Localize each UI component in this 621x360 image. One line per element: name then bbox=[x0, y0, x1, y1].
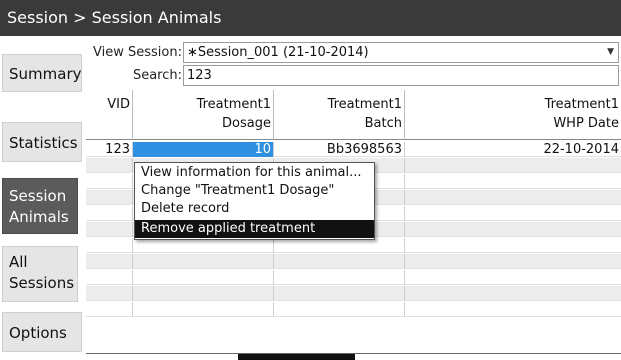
scrollbar-thumb[interactable] bbox=[238, 354, 355, 360]
column-header-line1: Treatment1 bbox=[544, 97, 619, 112]
empty-cell[interactable] bbox=[86, 206, 133, 221]
chevron-down-icon: ▼ bbox=[607, 47, 614, 57]
table-row[interactable] bbox=[86, 270, 621, 285]
column-header-vid[interactable]: VID bbox=[86, 90, 133, 140]
sidebar-item-label: Summary bbox=[9, 65, 82, 83]
column-header-whp-date[interactable]: Treatment1 WHP Date bbox=[405, 90, 621, 140]
column-header-dosage[interactable]: Treatment1 Dosage bbox=[133, 90, 274, 140]
empty-cell[interactable] bbox=[86, 254, 133, 269]
sidebar-item-statistics[interactable]: Statistics bbox=[2, 122, 82, 162]
cell-dosage[interactable]: 10 bbox=[133, 142, 274, 157]
sidebar: Summary Statistics Session Animals All S… bbox=[0, 36, 85, 360]
table-row[interactable]: 123 10 Bb3698563 22-10-2014 bbox=[86, 142, 621, 157]
table-row[interactable] bbox=[86, 238, 621, 253]
menu-item-view-info[interactable]: View information for this animal... bbox=[135, 164, 374, 182]
cell-whp-date[interactable]: 22-10-2014 bbox=[405, 142, 621, 157]
view-session-value: ∗Session_001 (21-10-2014) bbox=[187, 45, 369, 60]
table-row[interactable] bbox=[86, 254, 621, 269]
sidebar-item-all-sessions[interactable]: All Sessions bbox=[2, 246, 78, 302]
empty-cell[interactable] bbox=[133, 254, 274, 269]
empty-cell[interactable] bbox=[274, 254, 405, 269]
empty-cell[interactable] bbox=[86, 238, 133, 253]
empty-cell[interactable] bbox=[86, 174, 133, 189]
empty-cell[interactable] bbox=[86, 302, 133, 317]
sidebar-item-label: Session Animals bbox=[9, 187, 69, 226]
breadcrumb: Session > Session Animals bbox=[0, 0, 621, 36]
sidebar-item-summary[interactable]: Summary bbox=[2, 54, 82, 92]
menu-item-change-dosage[interactable]: Change "Treatment1 Dosage" bbox=[135, 182, 374, 200]
horizontal-scrollbar[interactable] bbox=[86, 353, 621, 360]
column-header-line1: Treatment1 bbox=[196, 97, 271, 112]
empty-cell[interactable] bbox=[86, 158, 133, 173]
table-row[interactable] bbox=[86, 302, 621, 317]
empty-cell[interactable] bbox=[274, 238, 405, 253]
empty-cell[interactable] bbox=[133, 270, 274, 285]
empty-cell[interactable] bbox=[86, 190, 133, 205]
view-session-select[interactable]: ∗Session_001 (21-10-2014) ▼ bbox=[183, 42, 619, 63]
search-input[interactable]: 123 bbox=[183, 65, 619, 86]
column-header-line2: Batch bbox=[364, 116, 402, 131]
empty-cell[interactable] bbox=[274, 286, 405, 301]
column-header-batch[interactable]: Treatment1 Batch bbox=[274, 90, 405, 140]
context-menu: View information for this animal... Chan… bbox=[134, 162, 375, 240]
empty-cell[interactable] bbox=[86, 270, 133, 285]
sidebar-item-options[interactable]: Options bbox=[2, 312, 82, 352]
empty-cell[interactable] bbox=[86, 286, 133, 301]
sidebar-item-session-animals[interactable]: Session Animals bbox=[2, 178, 78, 234]
menu-item-delete-record[interactable]: Delete record bbox=[135, 200, 374, 218]
column-header-line2: Dosage bbox=[222, 116, 271, 131]
empty-cell[interactable] bbox=[133, 302, 274, 317]
column-header-line1: Treatment1 bbox=[327, 97, 402, 112]
empty-cell[interactable] bbox=[274, 270, 405, 285]
cell-vid[interactable]: 123 bbox=[86, 142, 133, 157]
search-label: Search: bbox=[132, 68, 182, 83]
empty-cell[interactable] bbox=[86, 222, 133, 237]
search-value: 123 bbox=[187, 68, 212, 83]
cell-batch[interactable]: Bb3698563 bbox=[274, 142, 405, 157]
sidebar-item-label: Options bbox=[9, 324, 67, 342]
column-header-line1: VID bbox=[107, 97, 130, 112]
column-header-line2: WHP Date bbox=[553, 116, 619, 131]
menu-item-remove-treatment[interactable]: Remove applied treatment bbox=[135, 220, 374, 238]
empty-cell[interactable] bbox=[274, 302, 405, 317]
empty-cell[interactable] bbox=[133, 238, 274, 253]
table-row[interactable] bbox=[86, 286, 621, 301]
sidebar-item-label: All Sessions bbox=[9, 253, 75, 292]
empty-cell[interactable] bbox=[133, 286, 274, 301]
sidebar-item-label: Statistics bbox=[9, 134, 78, 152]
view-session-label: View Session: bbox=[93, 45, 182, 60]
